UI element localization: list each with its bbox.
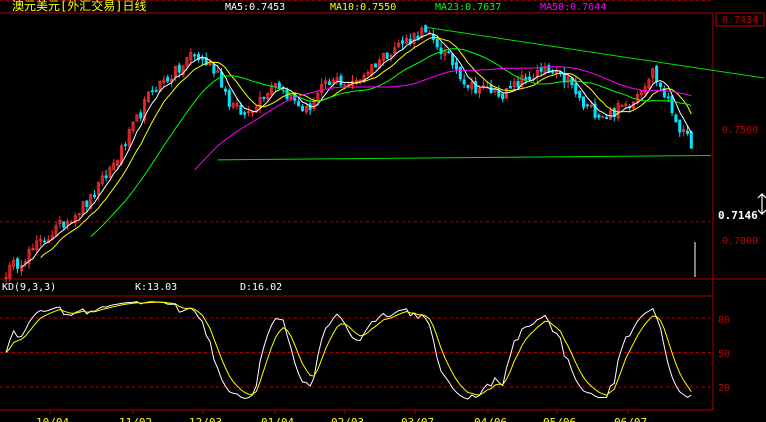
kd-lines bbox=[5, 301, 692, 400]
candle-body bbox=[93, 194, 97, 198]
lower-trend-line bbox=[217, 154, 711, 161]
candle-body bbox=[574, 83, 578, 94]
forex-daily-chart[interactable]: 澳元美元[外汇交易]日线 MA5:0.7453 MA10:0.7550 MA23… bbox=[0, 0, 766, 422]
candle-body bbox=[435, 38, 439, 48]
candle-body bbox=[666, 96, 670, 99]
kd-k-value: K:13.03 bbox=[135, 282, 177, 293]
candle-body bbox=[150, 90, 154, 93]
candle-body bbox=[424, 25, 428, 33]
candle-body bbox=[200, 57, 204, 60]
candle-body bbox=[62, 221, 66, 228]
kd-tick-80: 80 bbox=[718, 315, 730, 326]
date-tick-label: 03/07 bbox=[401, 416, 434, 422]
candle-body bbox=[439, 47, 443, 55]
candle-body bbox=[597, 114, 601, 118]
candle-body bbox=[401, 40, 405, 44]
candle-body bbox=[674, 114, 678, 123]
candlesticks bbox=[4, 24, 696, 283]
candle-body bbox=[451, 53, 455, 66]
candle-body bbox=[104, 175, 108, 179]
ma10-legend: MA10:0.7550 bbox=[330, 2, 396, 13]
candle-body bbox=[497, 90, 501, 97]
k-line bbox=[5, 301, 692, 400]
d-line bbox=[5, 301, 692, 396]
candle-body bbox=[166, 76, 170, 82]
kd-title: KD(9,3,3) bbox=[2, 282, 56, 293]
kd-d-value: D:16.02 bbox=[240, 282, 282, 293]
candle-body bbox=[659, 82, 663, 88]
candle-body bbox=[585, 104, 589, 107]
candle-body bbox=[528, 76, 532, 81]
candle-body bbox=[689, 131, 693, 149]
price-tick-0.7000: 0.7000 bbox=[722, 236, 758, 247]
candle-body bbox=[243, 112, 247, 115]
candle-body bbox=[239, 105, 243, 115]
candle-body bbox=[620, 105, 624, 107]
candle-body bbox=[516, 81, 520, 88]
candle-body bbox=[339, 75, 343, 86]
ma5-legend: MA5:0.7453 bbox=[225, 2, 285, 13]
candle-body bbox=[385, 52, 389, 59]
candle-body bbox=[212, 64, 216, 74]
ma10-line bbox=[40, 36, 692, 258]
date-tick-label: 02/03 bbox=[331, 416, 364, 422]
candle-body bbox=[524, 77, 528, 80]
candle-body bbox=[454, 61, 458, 70]
candle-body bbox=[262, 97, 266, 99]
candle-body bbox=[43, 240, 47, 243]
date-tick-label: 01/04 bbox=[261, 416, 294, 422]
chart-title: 澳元美元[外汇交易]日线 bbox=[12, 0, 146, 13]
candle-body bbox=[447, 51, 451, 54]
candle-body bbox=[285, 89, 289, 100]
candle-body bbox=[670, 95, 674, 114]
date-tick-label: 11/02 bbox=[119, 416, 152, 422]
candle-body bbox=[327, 81, 331, 85]
date-tick-label: 05/06 bbox=[543, 416, 576, 422]
candle-body bbox=[655, 65, 659, 82]
ma23-legend: MA23:0.7637 bbox=[435, 2, 501, 13]
candle-body bbox=[123, 144, 127, 147]
candle-body bbox=[501, 93, 505, 100]
candle-body bbox=[374, 63, 378, 68]
vertical-scale-arrows-icon[interactable] bbox=[757, 193, 766, 215]
date-tick-label: 06/07 bbox=[614, 416, 647, 422]
candle-body bbox=[16, 258, 20, 269]
candle-body bbox=[85, 200, 89, 207]
candle-body bbox=[474, 81, 478, 94]
price-tick-0.7500: 0.7500 bbox=[722, 125, 758, 136]
current-price: 0.7146 bbox=[718, 209, 758, 222]
candle-body bbox=[220, 71, 224, 88]
grid-lines bbox=[0, 0, 713, 388]
kd-tick-50: 50 bbox=[718, 349, 730, 360]
candle-body bbox=[508, 85, 512, 89]
date-axis: 10/04 11/02 12/03 01/04 02/03 03/07 04/06 05/06… bbox=[36, 410, 647, 422]
candle-body bbox=[582, 96, 586, 108]
candle-body bbox=[154, 89, 158, 92]
candle-body bbox=[678, 119, 682, 133]
candle-body bbox=[539, 67, 543, 72]
candle-body bbox=[300, 106, 304, 111]
kd-tick-20: 20 bbox=[718, 383, 730, 394]
candle-body bbox=[277, 82, 281, 89]
candle-body bbox=[578, 90, 582, 98]
candle-body bbox=[685, 130, 689, 135]
date-tick-label: 12/03 bbox=[189, 416, 222, 422]
candle-body bbox=[227, 90, 231, 107]
ma50-line bbox=[194, 66, 692, 171]
candle-body bbox=[139, 112, 143, 119]
candle-body bbox=[462, 79, 466, 85]
candle-body bbox=[458, 66, 462, 80]
candle-body bbox=[466, 84, 470, 88]
candle-body bbox=[223, 88, 227, 92]
date-tick-label: 04/06 bbox=[474, 416, 507, 422]
date-tick-label: 10/04 bbox=[36, 416, 69, 422]
ma50-legend: MA50:0.7644 bbox=[540, 2, 606, 13]
candle-body bbox=[605, 117, 609, 120]
candle-body bbox=[193, 54, 197, 57]
top-price-badge: 0.7434 bbox=[722, 15, 758, 26]
candle-body bbox=[177, 64, 181, 73]
candle-body bbox=[297, 101, 301, 107]
